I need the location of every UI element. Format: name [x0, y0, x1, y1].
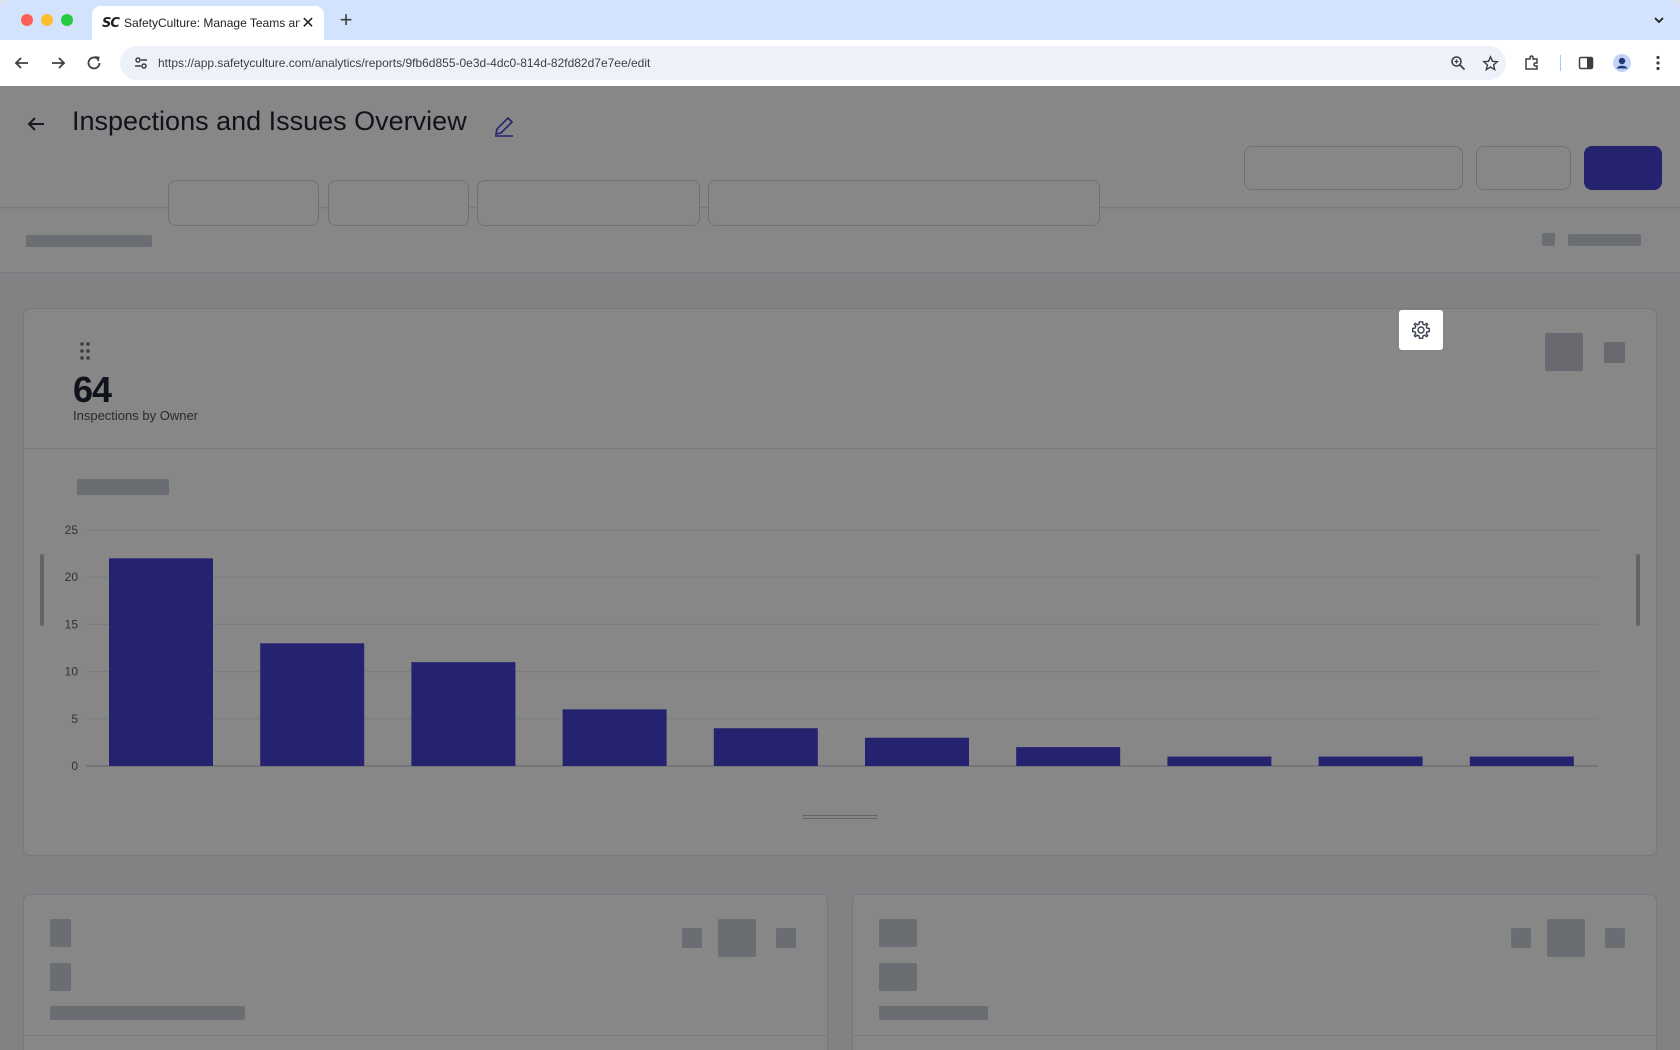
- gear-icon: [1412, 321, 1430, 339]
- url-text[interactable]: https://app.safetyculture.com/analytics/…: [158, 56, 1442, 70]
- new-tab-plus-icon[interactable]: +: [334, 8, 358, 32]
- tab-title: SafetyCulture: Manage Teams and...: [124, 16, 300, 30]
- chart-settings-gear-button[interactable]: [1399, 310, 1443, 350]
- profile-avatar-icon[interactable]: [1610, 51, 1634, 75]
- extensions-puzzle-icon[interactable]: [1520, 51, 1544, 75]
- window-close-button[interactable]: [21, 14, 33, 26]
- browser-toolbar: https://app.safetyculture.com/analytics/…: [0, 40, 1680, 86]
- modal-backdrop-overlay[interactable]: [0, 86, 1680, 1050]
- address-bar[interactable]: https://app.safetyculture.com/analytics/…: [120, 46, 1506, 80]
- forward-navigation-icon[interactable]: [46, 51, 70, 75]
- toolbar-separator: [1560, 55, 1561, 71]
- browser-tab-bar: SC SafetyCulture: Manage Teams and... ✕ …: [0, 0, 1680, 40]
- tab-close-icon[interactable]: ✕: [300, 13, 316, 33]
- browser-tab-active[interactable]: SC SafetyCulture: Manage Teams and... ✕: [92, 6, 324, 40]
- browser-menu-kebab-icon[interactable]: [1646, 51, 1670, 75]
- safetyculture-favicon-icon: SC: [102, 15, 120, 31]
- zoom-icon[interactable]: [1442, 55, 1474, 71]
- back-navigation-icon[interactable]: [10, 51, 34, 75]
- site-settings-icon[interactable]: [124, 55, 158, 71]
- side-panel-icon[interactable]: [1574, 51, 1598, 75]
- bookmark-star-icon[interactable]: [1474, 54, 1506, 72]
- window-minimize-button[interactable]: [41, 14, 53, 26]
- tab-search-chevron-icon[interactable]: [1648, 9, 1670, 31]
- window-maximize-button[interactable]: [61, 14, 73, 26]
- reload-icon[interactable]: [82, 51, 106, 75]
